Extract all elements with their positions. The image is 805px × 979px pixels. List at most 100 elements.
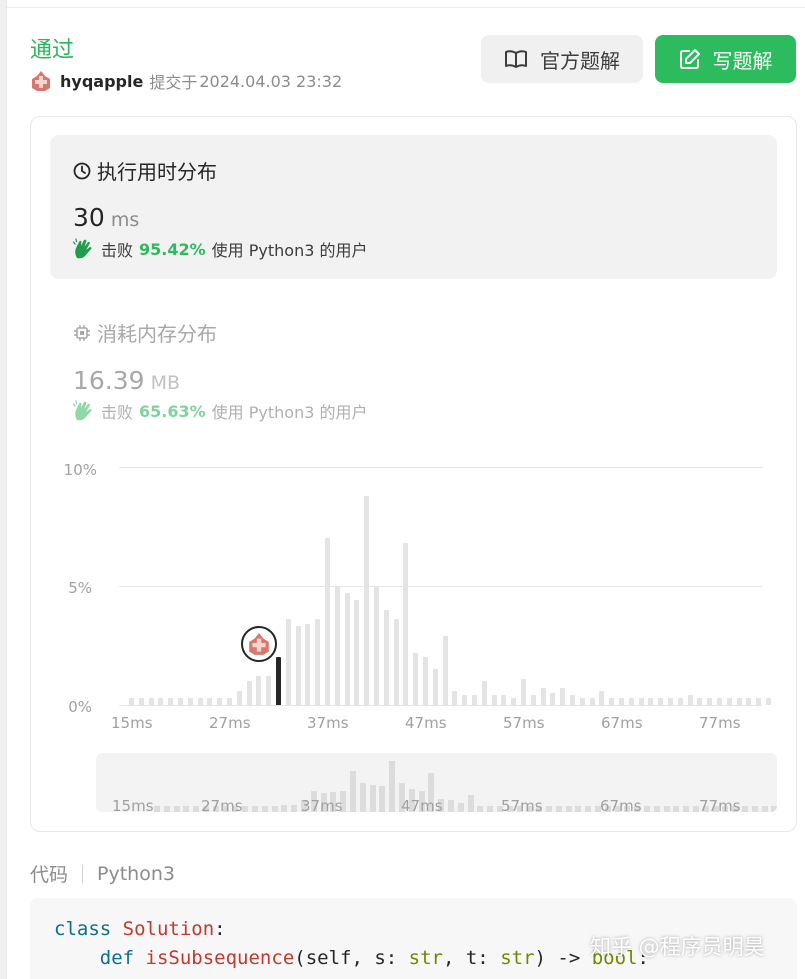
distribution-bar[interactable] bbox=[138, 697, 144, 705]
distribution-bar[interactable] bbox=[736, 697, 742, 705]
x-tick-label: 67ms bbox=[601, 714, 643, 732]
distribution-bar[interactable] bbox=[599, 690, 605, 705]
overview-tick-label: 47ms bbox=[401, 797, 443, 812]
distribution-bar[interactable] bbox=[687, 695, 693, 705]
distribution-bar[interactable] bbox=[256, 676, 262, 705]
submitted-label: 提交于 bbox=[149, 73, 198, 92]
distribution-bar[interactable] bbox=[668, 697, 673, 705]
distribution-bar[interactable] bbox=[677, 697, 683, 705]
distribution-bar[interactable] bbox=[227, 697, 232, 705]
distribution-bar[interactable] bbox=[364, 495, 370, 705]
code-language: Python3 bbox=[97, 862, 175, 885]
overview-bar bbox=[252, 806, 258, 812]
distribution-bar[interactable] bbox=[570, 695, 575, 705]
user-avatar[interactable] bbox=[30, 70, 52, 92]
distribution-bar[interactable] bbox=[207, 697, 213, 705]
overview-bar bbox=[771, 806, 777, 812]
distribution-bar[interactable] bbox=[658, 697, 664, 705]
distribution-bar[interactable] bbox=[746, 697, 752, 705]
distribution-bar[interactable] bbox=[481, 681, 487, 705]
distribution-bar[interactable] bbox=[638, 697, 644, 705]
code-function-name: isSubsequence bbox=[145, 947, 295, 969]
distribution-bar[interactable] bbox=[393, 619, 399, 705]
memory-beat-percent: 65.63% bbox=[139, 401, 206, 421]
distribution-bar[interactable] bbox=[354, 600, 360, 705]
distribution-bar[interactable] bbox=[266, 676, 272, 705]
distribution-bar[interactable] bbox=[129, 697, 134, 705]
distribution-bar[interactable] bbox=[383, 609, 389, 705]
distribution-bar[interactable] bbox=[432, 669, 438, 705]
my-runtime-bar[interactable] bbox=[276, 657, 281, 705]
my-submission-marker[interactable] bbox=[241, 626, 277, 662]
distribution-bar[interactable] bbox=[756, 697, 762, 705]
distribution-bar[interactable] bbox=[628, 697, 634, 705]
distribution-bar[interactable] bbox=[344, 593, 350, 705]
distribution-bar[interactable] bbox=[197, 697, 203, 705]
distribution-bar[interactable] bbox=[246, 681, 252, 705]
distribution-bar[interactable] bbox=[217, 697, 223, 705]
y-tick-label: 10% bbox=[63, 461, 97, 479]
runtime-title: 执行用时分布 bbox=[73, 156, 217, 185]
distribution-bar[interactable] bbox=[158, 697, 164, 705]
distribution-bar[interactable] bbox=[423, 657, 428, 705]
distribution-bar[interactable] bbox=[178, 697, 183, 705]
distribution-bar[interactable] bbox=[491, 695, 497, 705]
write-solution-button[interactable]: 写题解 bbox=[655, 35, 796, 83]
distribution-bar[interactable] bbox=[619, 697, 624, 705]
distribution-bar[interactable] bbox=[413, 652, 419, 705]
distribution-bar[interactable] bbox=[589, 697, 595, 705]
watermark: 知乎 @程序员明昊 bbox=[590, 935, 765, 959]
range-overview[interactable]: 15ms 27ms 37ms 47ms 57ms 67ms 77ms bbox=[96, 753, 777, 812]
distribution-bar[interactable] bbox=[726, 697, 732, 705]
distribution-bar[interactable] bbox=[521, 678, 526, 705]
username[interactable]: hyqapple bbox=[60, 72, 143, 91]
distribution-bar[interactable] bbox=[187, 697, 193, 705]
distribution-bar[interactable] bbox=[452, 690, 458, 705]
distribution-bar[interactable] bbox=[560, 688, 566, 705]
x-tick-label: 47ms bbox=[405, 714, 447, 732]
distribution-bar[interactable] bbox=[442, 635, 448, 705]
memory-beat: 击败 65.63% 使用 Python3 的用户 bbox=[73, 399, 367, 423]
distribution-bar[interactable] bbox=[168, 697, 174, 705]
distribution-bar[interactable] bbox=[550, 693, 556, 705]
distribution-bar[interactable] bbox=[403, 543, 409, 705]
distribution-bar[interactable] bbox=[295, 626, 301, 705]
overview-bar bbox=[751, 806, 758, 812]
overview-tick-label: 77ms bbox=[699, 797, 741, 812]
runtime-beat-prefix: 击败 bbox=[101, 241, 134, 260]
distribution-bar[interactable] bbox=[707, 697, 713, 705]
official-solution-button[interactable]: 官方题解 bbox=[481, 35, 643, 83]
distribution-bar[interactable] bbox=[579, 697, 585, 705]
memory-title[interactable]: 消耗内存分布 bbox=[73, 318, 217, 347]
runtime-beat: 击败 95.42% 使用 Python3 的用户 bbox=[73, 237, 367, 261]
distribution-bar[interactable] bbox=[305, 624, 311, 705]
memory-beat-suffix: 使用 Python3 的用户 bbox=[211, 403, 368, 422]
distribution-bar[interactable] bbox=[148, 697, 154, 705]
overview-bar bbox=[359, 783, 366, 812]
overview-bar bbox=[261, 806, 268, 812]
distribution-bar[interactable] bbox=[530, 695, 536, 705]
distribution-bar[interactable] bbox=[501, 695, 507, 705]
distribution-bar[interactable] bbox=[766, 697, 771, 705]
distribution-bar[interactable] bbox=[540, 688, 546, 705]
distribution-bar[interactable] bbox=[374, 586, 379, 705]
write-solution-label: 写题解 bbox=[712, 48, 773, 73]
overview-tick-label: 15ms bbox=[112, 797, 154, 812]
distribution-bar[interactable] bbox=[315, 619, 321, 705]
distribution-bar[interactable] bbox=[285, 619, 291, 705]
distribution-bar[interactable] bbox=[511, 697, 517, 705]
distribution-bar[interactable] bbox=[609, 697, 615, 705]
distribution-bar[interactable] bbox=[334, 586, 340, 705]
distribution-bar[interactable] bbox=[717, 697, 722, 705]
clap-hands-icon bbox=[73, 238, 92, 259]
top-divider bbox=[7, 0, 805, 8]
code-type: str bbox=[500, 947, 535, 969]
distribution-bar[interactable] bbox=[325, 538, 330, 705]
distribution-bar[interactable] bbox=[236, 690, 242, 705]
distribution-bar[interactable] bbox=[462, 695, 468, 705]
overview-tick-label: 37ms bbox=[301, 797, 343, 812]
distribution-bar[interactable] bbox=[697, 697, 703, 705]
distribution-bar[interactable] bbox=[472, 695, 477, 705]
distribution-bar[interactable] bbox=[648, 697, 654, 705]
runtime-value: 30 ms bbox=[73, 203, 139, 232]
